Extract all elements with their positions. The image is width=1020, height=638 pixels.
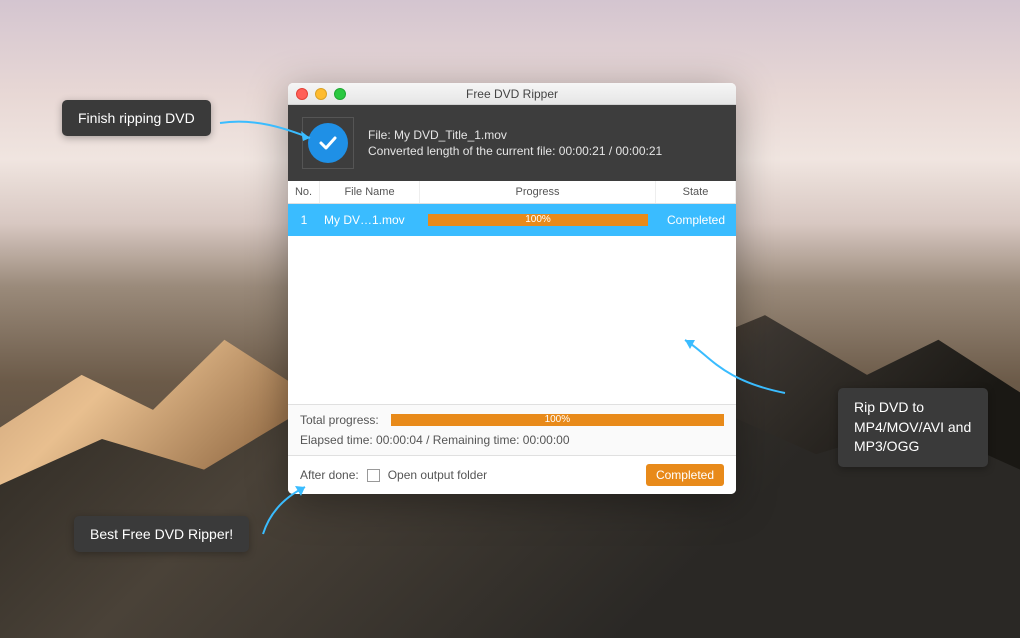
table-row[interactable]: 1 My DV…1.mov 100% Completed bbox=[288, 204, 736, 236]
row-no: 1 bbox=[288, 213, 320, 227]
header-text: File: My DVD_Title_1.mov Converted lengt… bbox=[368, 126, 662, 160]
after-done-label: After done: bbox=[300, 468, 359, 482]
progress-bar: 100% bbox=[428, 214, 648, 226]
elapsed-time: Elapsed time: 00:00:04 / Remaining time:… bbox=[300, 433, 724, 447]
arrow-icon bbox=[255, 482, 315, 542]
titlebar[interactable]: Free DVD Ripper bbox=[288, 83, 736, 105]
after-done-left: After done: Open output folder bbox=[300, 468, 487, 482]
converted-label: Converted length of the current file: 00… bbox=[368, 144, 662, 158]
callout-rip: Rip DVD to MP4/MOV/AVI and MP3/OGG bbox=[838, 388, 988, 467]
arrow-icon bbox=[215, 113, 321, 153]
completed-button[interactable]: Completed bbox=[646, 464, 724, 486]
row-state: Completed bbox=[656, 213, 736, 227]
callout-finish: Finish ripping DVD bbox=[62, 100, 211, 136]
col-name: File Name bbox=[320, 181, 420, 203]
footer-panel: Total progress: 100% Elapsed time: 00:00… bbox=[288, 404, 736, 455]
callout-best: Best Free DVD Ripper! bbox=[74, 516, 249, 552]
total-progress-label: 100% bbox=[391, 414, 724, 426]
col-no: No. bbox=[288, 181, 320, 203]
window-title: Free DVD Ripper bbox=[288, 87, 736, 101]
open-folder-label: Open output folder bbox=[388, 468, 487, 482]
row-filename: My DV…1.mov bbox=[320, 213, 420, 227]
total-progress-row: Total progress: 100% bbox=[300, 413, 724, 427]
open-folder-checkbox[interactable] bbox=[367, 469, 380, 482]
progress-label: 100% bbox=[428, 214, 648, 226]
col-state: State bbox=[656, 181, 736, 203]
file-label: File: My DVD_Title_1.mov bbox=[368, 128, 662, 142]
arrow-icon bbox=[680, 335, 800, 405]
total-label: Total progress: bbox=[300, 413, 379, 427]
after-done-row: After done: Open output folder Completed bbox=[288, 455, 736, 494]
row-progress: 100% bbox=[420, 214, 656, 226]
list-empty-area bbox=[288, 236, 736, 404]
header-panel: File: My DVD_Title_1.mov Converted lengt… bbox=[288, 105, 736, 181]
total-progress-bar: 100% bbox=[391, 414, 724, 426]
table-header: No. File Name Progress State bbox=[288, 181, 736, 204]
col-progress: Progress bbox=[420, 181, 656, 203]
app-window: Free DVD Ripper File: My DVD_Title_1.mov… bbox=[288, 83, 736, 494]
